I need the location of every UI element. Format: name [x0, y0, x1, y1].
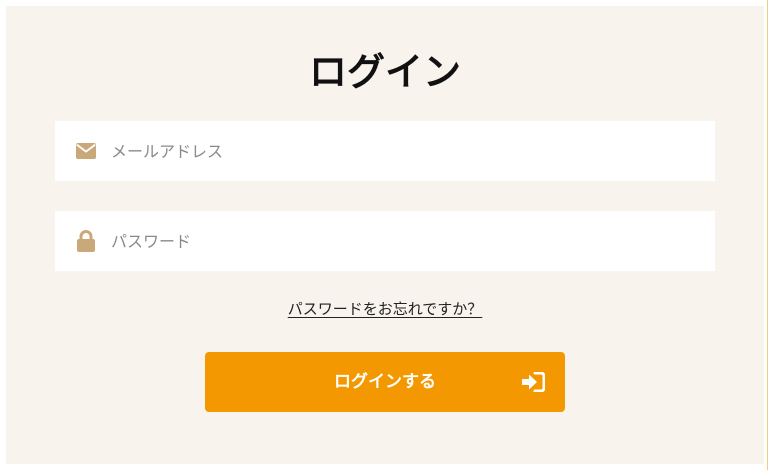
lock-icon	[75, 230, 97, 252]
forgot-password-link[interactable]: パスワードをお忘れですか？	[288, 300, 483, 318]
forgot-password-row: パスワードをお忘れですか？	[0, 298, 770, 320]
login-submit-button[interactable]: ログインする	[205, 352, 565, 412]
login-submit-label: ログインする	[334, 372, 436, 392]
email-input[interactable]	[111, 131, 671, 171]
email-field-container[interactable]	[55, 121, 715, 181]
envelope-icon	[75, 140, 97, 162]
password-field-container[interactable]	[55, 211, 715, 271]
page-title: ログイン	[308, 50, 461, 94]
password-input[interactable]	[111, 221, 671, 261]
login-page: ログイン パスワードをお忘れですか？ ログインする	[0, 0, 770, 470]
sign-in-icon	[521, 371, 546, 393]
